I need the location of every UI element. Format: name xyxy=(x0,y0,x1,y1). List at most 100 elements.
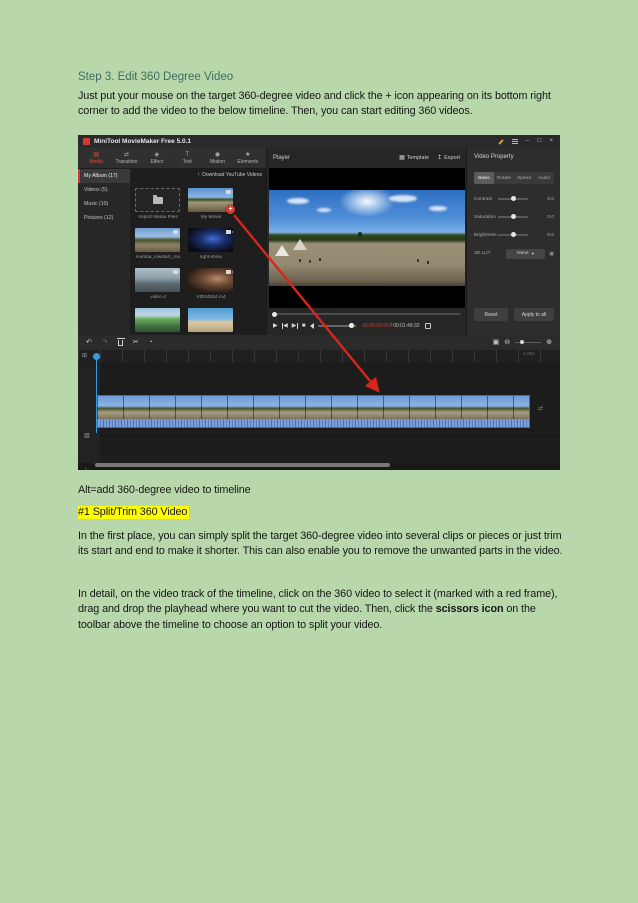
property-tab-basic[interactable]: Basic xyxy=(474,172,494,184)
download-icon: ↓ xyxy=(197,171,201,178)
media-thumb-vid04264[interactable] xyxy=(188,268,233,292)
maximize-button[interactable]: □ xyxy=(537,138,541,145)
volume-handle[interactable] xyxy=(349,323,354,328)
contrast-handle[interactable] xyxy=(511,196,516,202)
crowd-dots xyxy=(299,259,301,262)
zoom-handle[interactable] xyxy=(520,340,525,345)
speed-clock-icon[interactable]: ◔ xyxy=(149,339,153,346)
music-track-icon: ♪ xyxy=(84,467,87,470)
track-manage-icon[interactable]: ⊞ xyxy=(82,352,87,359)
timeline-zoom-slider[interactable] xyxy=(515,340,542,345)
media-thumb-landscape[interactable] xyxy=(135,308,180,332)
playhead[interactable] xyxy=(93,353,100,433)
timecode: 00:00:00:00 / 00:01:49:32 xyxy=(363,323,420,329)
add-to-timeline-plus-icon[interactable]: + xyxy=(226,205,235,214)
sidebar-item-music[interactable]: Music (10) xyxy=(78,197,130,211)
tab-elements[interactable]: ★ Elements xyxy=(234,152,262,165)
video-property-panel: Video Property Basic Rotate Speed Audio … xyxy=(466,148,560,335)
app-screenshot: MiniTool MovieMaker Free 5.0.1 – □ × ▤ M… xyxy=(78,135,560,470)
template-button[interactable]: ▦ Template xyxy=(399,155,429,161)
sidebar-item-my-album[interactable]: My Album (17) xyxy=(78,169,130,183)
next-frame-button[interactable]: ▶ xyxy=(292,323,298,329)
feedback-pencil-icon[interactable] xyxy=(497,138,504,145)
property-tab-rotate[interactable]: Rotate xyxy=(494,172,514,184)
timeline-scrollbar[interactable] xyxy=(95,463,390,467)
tab-transition[interactable]: ⇄ Transition xyxy=(112,152,140,165)
video-preview-stage xyxy=(269,168,465,308)
zoom-fit-icon[interactable]: ▣ xyxy=(493,339,500,346)
stop-button[interactable]: ■ xyxy=(302,323,306,329)
contrast-row: Contrast 0.0 xyxy=(474,196,554,202)
fullscreen-icon[interactable] xyxy=(424,323,431,329)
media-thumb-light-show[interactable] xyxy=(188,228,233,252)
music-track[interactable] xyxy=(100,435,560,463)
alt-caption: Alt=add 360-degree video to timeline xyxy=(78,484,251,496)
audio-waveform xyxy=(97,419,529,427)
ruler-end-label: 1.00s xyxy=(523,352,535,357)
export-icon: ↥ xyxy=(437,155,443,161)
tent-shape xyxy=(293,239,307,250)
minimize-button[interactable]: – xyxy=(526,138,530,145)
player-panel: Player ▦ Template ↥ Export ▶ ◀ ▶ ■ 00:00… xyxy=(266,148,466,335)
play-button[interactable]: ▶ xyxy=(273,323,278,329)
undo-icon[interactable]: ↶ xyxy=(86,339,92,346)
clip-trim-handle[interactable]: ⇄ xyxy=(538,405,543,412)
download-youtube-button[interactable]: ↓ Download YouTube Videos xyxy=(197,172,262,178)
folder-icon xyxy=(152,194,163,204)
media-thumb-video4[interactable] xyxy=(135,268,180,292)
tab-media[interactable]: ▤ Media xyxy=(82,152,110,165)
app-logo-icon xyxy=(83,138,90,145)
video-camera-icon xyxy=(173,270,180,274)
timeline-video-clip[interactable] xyxy=(96,395,530,428)
media-thumb-beach[interactable] xyxy=(188,308,233,332)
app-titlebar: MiniTool MovieMaker Free 5.0.1 – □ × xyxy=(78,135,560,148)
delete-icon[interactable] xyxy=(117,337,126,346)
timeline-ruler[interactable] xyxy=(78,350,560,362)
lut-dropdown[interactable]: None ▾ xyxy=(505,248,546,259)
motion-icon: ◉ xyxy=(214,151,221,158)
zoom-in-icon[interactable]: ⊕ xyxy=(546,339,552,346)
video-camera-icon xyxy=(173,230,180,234)
brightness-handle[interactable] xyxy=(511,232,516,238)
apply-to-all-button[interactable]: Apply to all xyxy=(514,308,554,321)
contrast-slider[interactable] xyxy=(498,196,528,202)
media-thumb-my-movie[interactable]: + xyxy=(188,188,235,214)
tab-motion[interactable]: ◉ Motion xyxy=(203,152,231,165)
tab-effect[interactable]: ◈ Effect xyxy=(143,152,171,165)
volume-icon[interactable] xyxy=(309,323,314,329)
zoom-out-icon[interactable]: ⊖ xyxy=(504,339,510,346)
seek-handle[interactable] xyxy=(272,311,277,317)
sidebar-item-videos[interactable]: Videos (5) xyxy=(78,183,130,197)
saturation-handle[interactable] xyxy=(511,214,516,220)
close-button[interactable]: × xyxy=(549,138,553,145)
lut-info-icon[interactable]: ▣ xyxy=(549,251,554,257)
media-library: ↓ Download YouTube Videos Import Media F… xyxy=(130,169,266,335)
property-tab-speed[interactable]: Speed xyxy=(514,172,534,184)
import-media-tile[interactable] xyxy=(135,188,180,212)
export-button[interactable]: ↥ Export xyxy=(437,155,460,161)
lut-row: 3D LUT None ▾ ▣ xyxy=(474,248,554,259)
video-track-icon: ▥ xyxy=(84,433,90,439)
page-title: Step 3. Edit 360 Degree Video xyxy=(78,71,234,83)
intro-paragraph: Just put your mouse on the target 360-de… xyxy=(78,90,551,118)
player-seekbar[interactable] xyxy=(272,311,461,317)
media-thumb-humba[interactable] xyxy=(135,228,180,252)
video-camera-icon xyxy=(226,270,233,274)
paragraph-1: In the first place, you can simply split… xyxy=(78,530,563,558)
saturation-slider[interactable] xyxy=(498,214,528,220)
sidebar-item-pictures[interactable]: Pictures (12) xyxy=(78,211,130,225)
property-tab-audio[interactable]: Audio xyxy=(534,172,554,184)
volume-slider[interactable] xyxy=(317,323,356,328)
menu-icon[interactable] xyxy=(511,139,518,144)
redo-icon[interactable]: ↷ xyxy=(102,339,108,346)
template-icon: ▦ xyxy=(399,155,405,161)
reset-button[interactable]: Reset xyxy=(474,308,508,321)
brightness-slider[interactable] xyxy=(498,232,528,238)
media-item-label: light-show xyxy=(200,255,222,260)
tab-text[interactable]: T Text xyxy=(173,152,201,165)
chevron-down-icon: ▾ xyxy=(531,250,534,256)
previous-frame-button[interactable]: ◀ xyxy=(281,323,288,329)
scissors-icon[interactable]: ✂ xyxy=(133,339,139,346)
media-item-label: Humba_lowstart_ma xyxy=(136,255,180,260)
video-preview-frame[interactable] xyxy=(269,190,465,286)
